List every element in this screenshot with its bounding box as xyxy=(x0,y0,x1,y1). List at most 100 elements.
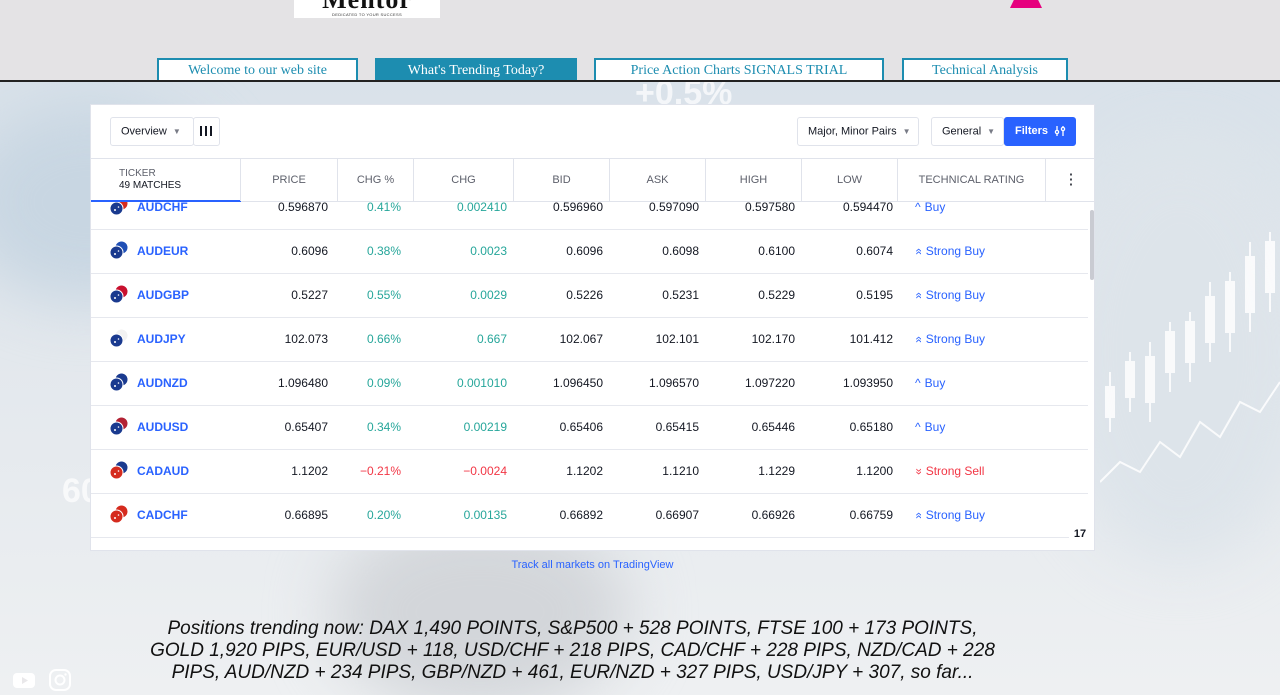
table-row[interactable]: AUDJPY 102.073 0.66% 0.667 102.067 102.101 102… xyxy=(91,318,1088,362)
ticker-header-label: TICKER xyxy=(119,168,156,179)
cell-chg: 0.0029 xyxy=(470,288,507,302)
cell-high: 1.097220 xyxy=(744,376,795,390)
row-symbol-label: AUDCHF xyxy=(137,202,188,214)
column-header-chg-pct[interactable]: CHG % xyxy=(337,159,413,201)
column-header-low[interactable]: LOW xyxy=(801,159,897,201)
nav-tab-technical-analysis[interactable]: Technical Analysis xyxy=(902,58,1068,82)
column-header-ask[interactable]: ASK xyxy=(609,159,705,201)
cell-chg-pct: 0.20% xyxy=(366,508,401,522)
cell-chg: 0.00135 xyxy=(463,508,507,522)
table-row[interactable]: AUDCHF 0.596870 0.41% 0.002410 0.596960 0.597… xyxy=(91,202,1088,230)
row-symbol[interactable]: AUDNZD xyxy=(109,362,229,405)
row-symbol[interactable]: AUDCHF xyxy=(109,202,229,229)
column-header-high[interactable]: HIGH xyxy=(705,159,801,201)
row-symbol-label: CADAUD xyxy=(137,464,189,478)
tradingview-logo-icon[interactable]: 17 xyxy=(1069,525,1091,543)
cell-price: 0.5227 xyxy=(291,288,328,302)
pairs-selector[interactable]: Major, Minor Pairs ▼ xyxy=(797,117,919,146)
screener-table-header: TICKER 49 MATCHES PRICE CHG % CHG BID AS… xyxy=(91,158,1094,202)
cell-price: 1.096480 xyxy=(277,376,328,390)
table-row[interactable]: CADCHF 0.66895 0.20% 0.00135 0.66892 0.66907 0… xyxy=(91,494,1088,538)
site-logo[interactable]: Mentor DEDICATED TO YOUR SUCCESS xyxy=(294,0,440,18)
cell-ask: 1.096570 xyxy=(648,376,699,390)
column-header-ticker[interactable]: TICKER 49 MATCHES xyxy=(91,159,241,202)
category-selector-label: General xyxy=(942,125,982,138)
currency-flag-icon xyxy=(109,202,129,216)
cell-technical-rating[interactable]: »Strong Buy xyxy=(911,318,1045,361)
cell-price: 0.66895 xyxy=(284,508,328,522)
cell-technical-rating[interactable]: «Strong Sell xyxy=(911,450,1045,493)
cell-low: 1.1200 xyxy=(856,464,893,478)
cell-bid: 0.65406 xyxy=(559,420,603,434)
table-scrollbar[interactable] xyxy=(1088,202,1094,550)
filters-icon xyxy=(1054,126,1066,137)
nav-tab-signals-trial[interactable]: Price Action Charts SIGNALS TRIAL xyxy=(594,58,884,82)
matches-count: 49 MATCHES xyxy=(119,180,182,191)
cell-technical-rating[interactable]: ^ Buy xyxy=(915,202,1045,229)
cell-bid: 1.1202 xyxy=(566,464,603,478)
rating-arrow-icon: ^ xyxy=(915,376,921,390)
table-row[interactable]: AUDUSD 0.65407 0.34% 0.00219 0.65406 0.65415 0… xyxy=(91,406,1088,450)
row-symbol[interactable]: CADAUD xyxy=(109,450,229,493)
table-row[interactable]: AUDGBP 0.5227 0.55% 0.0029 0.5226 0.5231 0.522… xyxy=(91,274,1088,318)
table-row[interactable]: CADAUD 1.1202 −0.21% −0.0024 1.1202 1.1210 1.1… xyxy=(91,450,1088,494)
row-symbol[interactable]: AUDJPY xyxy=(109,318,229,361)
filters-button[interactable]: Filters xyxy=(1004,117,1076,146)
youtube-icon[interactable] xyxy=(12,669,36,691)
cell-low: 0.594470 xyxy=(842,202,893,214)
row-symbol[interactable]: AUDUSD xyxy=(109,406,229,449)
currency-flag-icon xyxy=(109,504,129,524)
cell-technical-rating[interactable]: ^ Buy xyxy=(915,362,1045,405)
cell-technical-rating[interactable]: »Strong Buy xyxy=(911,230,1045,273)
cell-ask: 1.1210 xyxy=(662,464,699,478)
instagram-icon[interactable] xyxy=(48,669,72,691)
column-header-bid[interactable]: BID xyxy=(513,159,609,201)
cell-low: 1.093950 xyxy=(842,376,893,390)
cell-ask: 0.597090 xyxy=(648,202,699,214)
cell-bid: 102.067 xyxy=(559,332,603,346)
columns-toggle-button[interactable] xyxy=(193,117,220,146)
row-symbol-label: AUDEUR xyxy=(137,244,189,258)
currency-flag-icon xyxy=(109,284,129,304)
pairs-selector-label: Major, Minor Pairs xyxy=(808,125,897,138)
cell-low: 101.412 xyxy=(849,332,893,346)
category-selector[interactable]: General ▼ xyxy=(931,117,1004,146)
row-symbol[interactable]: CADCHF xyxy=(109,494,229,537)
column-header-chg[interactable]: CHG xyxy=(413,159,513,201)
more-vertical-icon[interactable]: ⋮ xyxy=(1045,159,1094,201)
currency-flag-icon xyxy=(109,460,129,480)
column-header-price[interactable]: PRICE xyxy=(240,159,337,201)
screener-table-body: AUDCHF 0.596870 0.41% 0.002410 0.596960 0.597… xyxy=(91,202,1088,550)
rating-arrow-icon: « xyxy=(910,468,925,475)
rating-arrow-icon: » xyxy=(910,512,925,519)
cell-high: 0.65446 xyxy=(751,420,795,434)
row-symbol-label: CADCHF xyxy=(137,508,188,522)
cell-price: 0.65407 xyxy=(284,420,328,434)
cell-chg-pct: −0.21% xyxy=(359,464,401,478)
row-symbol[interactable]: AUDEUR xyxy=(109,230,229,273)
table-row[interactable]: AUDNZD 1.096480 0.09% 0.001010 1.096450 1.096… xyxy=(91,362,1088,406)
nav-tab-trending[interactable]: What's Trending Today? xyxy=(375,58,577,82)
rating-label: Buy xyxy=(924,202,946,214)
rating-label: Buy xyxy=(924,376,946,390)
cell-ask: 0.65415 xyxy=(655,420,699,434)
cell-technical-rating[interactable]: ^ Buy xyxy=(915,406,1045,449)
view-selector[interactable]: Overview ▼ xyxy=(110,117,194,146)
rating-arrow-icon: ^ xyxy=(915,202,921,214)
row-symbol[interactable]: AUDGBP xyxy=(109,274,229,317)
scrollbar-thumb[interactable] xyxy=(1090,210,1094,280)
cell-low: 0.65180 xyxy=(849,420,893,434)
trending-positions-text: Positions trending now: DAX 1,490 POINTS… xyxy=(150,618,995,683)
nav-tab-welcome[interactable]: Welcome to our web site xyxy=(157,58,358,82)
cell-high: 0.6100 xyxy=(758,244,795,258)
cell-technical-rating[interactable]: »Strong Buy xyxy=(911,274,1045,317)
track-markets-link[interactable]: Track all markets on TradingView xyxy=(0,559,1185,571)
column-header-technical-rating[interactable]: TECHNICAL RATING xyxy=(897,159,1045,201)
chevron-down-icon: ▼ xyxy=(987,127,996,136)
cell-chg: 0.667 xyxy=(476,332,507,346)
cell-bid: 0.66892 xyxy=(559,508,603,522)
brand-mark-icon xyxy=(1010,0,1042,8)
cell-bid: 1.096450 xyxy=(552,376,603,390)
table-row[interactable]: AUDEUR 0.6096 0.38% 0.0023 0.6096 0.6098 0.610… xyxy=(91,230,1088,274)
cell-technical-rating[interactable]: »Strong Buy xyxy=(911,494,1045,537)
